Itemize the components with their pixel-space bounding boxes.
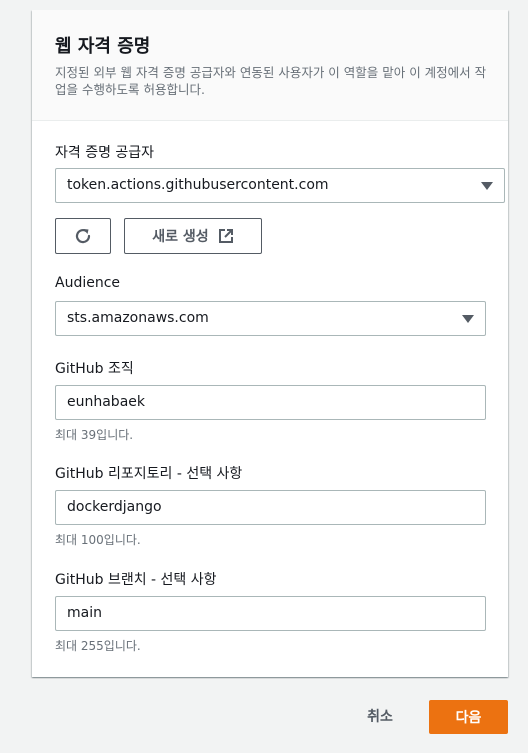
web-identity-panel: 웹 자격 증명 지정된 외부 웹 자격 증명 공급자와 연동된 사용자가 이 역… xyxy=(32,10,508,677)
github-branch-hint: 최대 255입니다. xyxy=(55,639,141,653)
panel-header: 웹 자격 증명 지정된 외부 웹 자격 증명 공급자와 연동된 사용자가 이 역… xyxy=(32,10,508,121)
caret-down-icon xyxy=(481,182,493,190)
identity-provider-value: token.actions.githubusercontent.com xyxy=(67,177,329,193)
github-branch-label: GitHub 브랜치 - 선택 사항 xyxy=(55,572,217,588)
github-repo-hint: 최대 100입니다. xyxy=(55,533,141,547)
github-branch-input[interactable]: main xyxy=(55,596,486,631)
next-button[interactable]: 다음 xyxy=(429,700,508,734)
refresh-button[interactable] xyxy=(55,218,111,254)
github-org-label: GitHub 조직 xyxy=(55,361,134,377)
external-link-icon xyxy=(218,229,233,243)
create-new-button[interactable]: 새로 생성 xyxy=(124,218,262,254)
refresh-icon xyxy=(75,228,91,244)
panel-title: 웹 자격 증명 xyxy=(55,36,151,57)
cancel-button[interactable]: 취소 xyxy=(354,700,406,732)
github-repo-input[interactable]: dockerdjango xyxy=(55,490,486,525)
create-new-label: 새로 생성 xyxy=(152,229,209,245)
audience-label: Audience xyxy=(55,275,121,291)
identity-provider-select[interactable]: token.actions.githubusercontent.com xyxy=(55,168,505,203)
identity-provider-label: 자격 증명 공급자 xyxy=(55,145,155,161)
github-org-hint: 최대 39입니다. xyxy=(55,428,134,442)
audience-select[interactable]: sts.amazonaws.com xyxy=(55,301,486,336)
panel-description: 지정된 외부 웹 자격 증명 공급자와 연동된 사용자가 이 역할을 맡아 이 … xyxy=(55,65,487,97)
audience-value: sts.amazonaws.com xyxy=(67,310,209,326)
caret-down-icon xyxy=(462,315,474,323)
github-org-input[interactable]: eunhabaek xyxy=(55,385,486,420)
github-repo-label: GitHub 리포지토리 - 선택 사항 xyxy=(55,466,243,482)
